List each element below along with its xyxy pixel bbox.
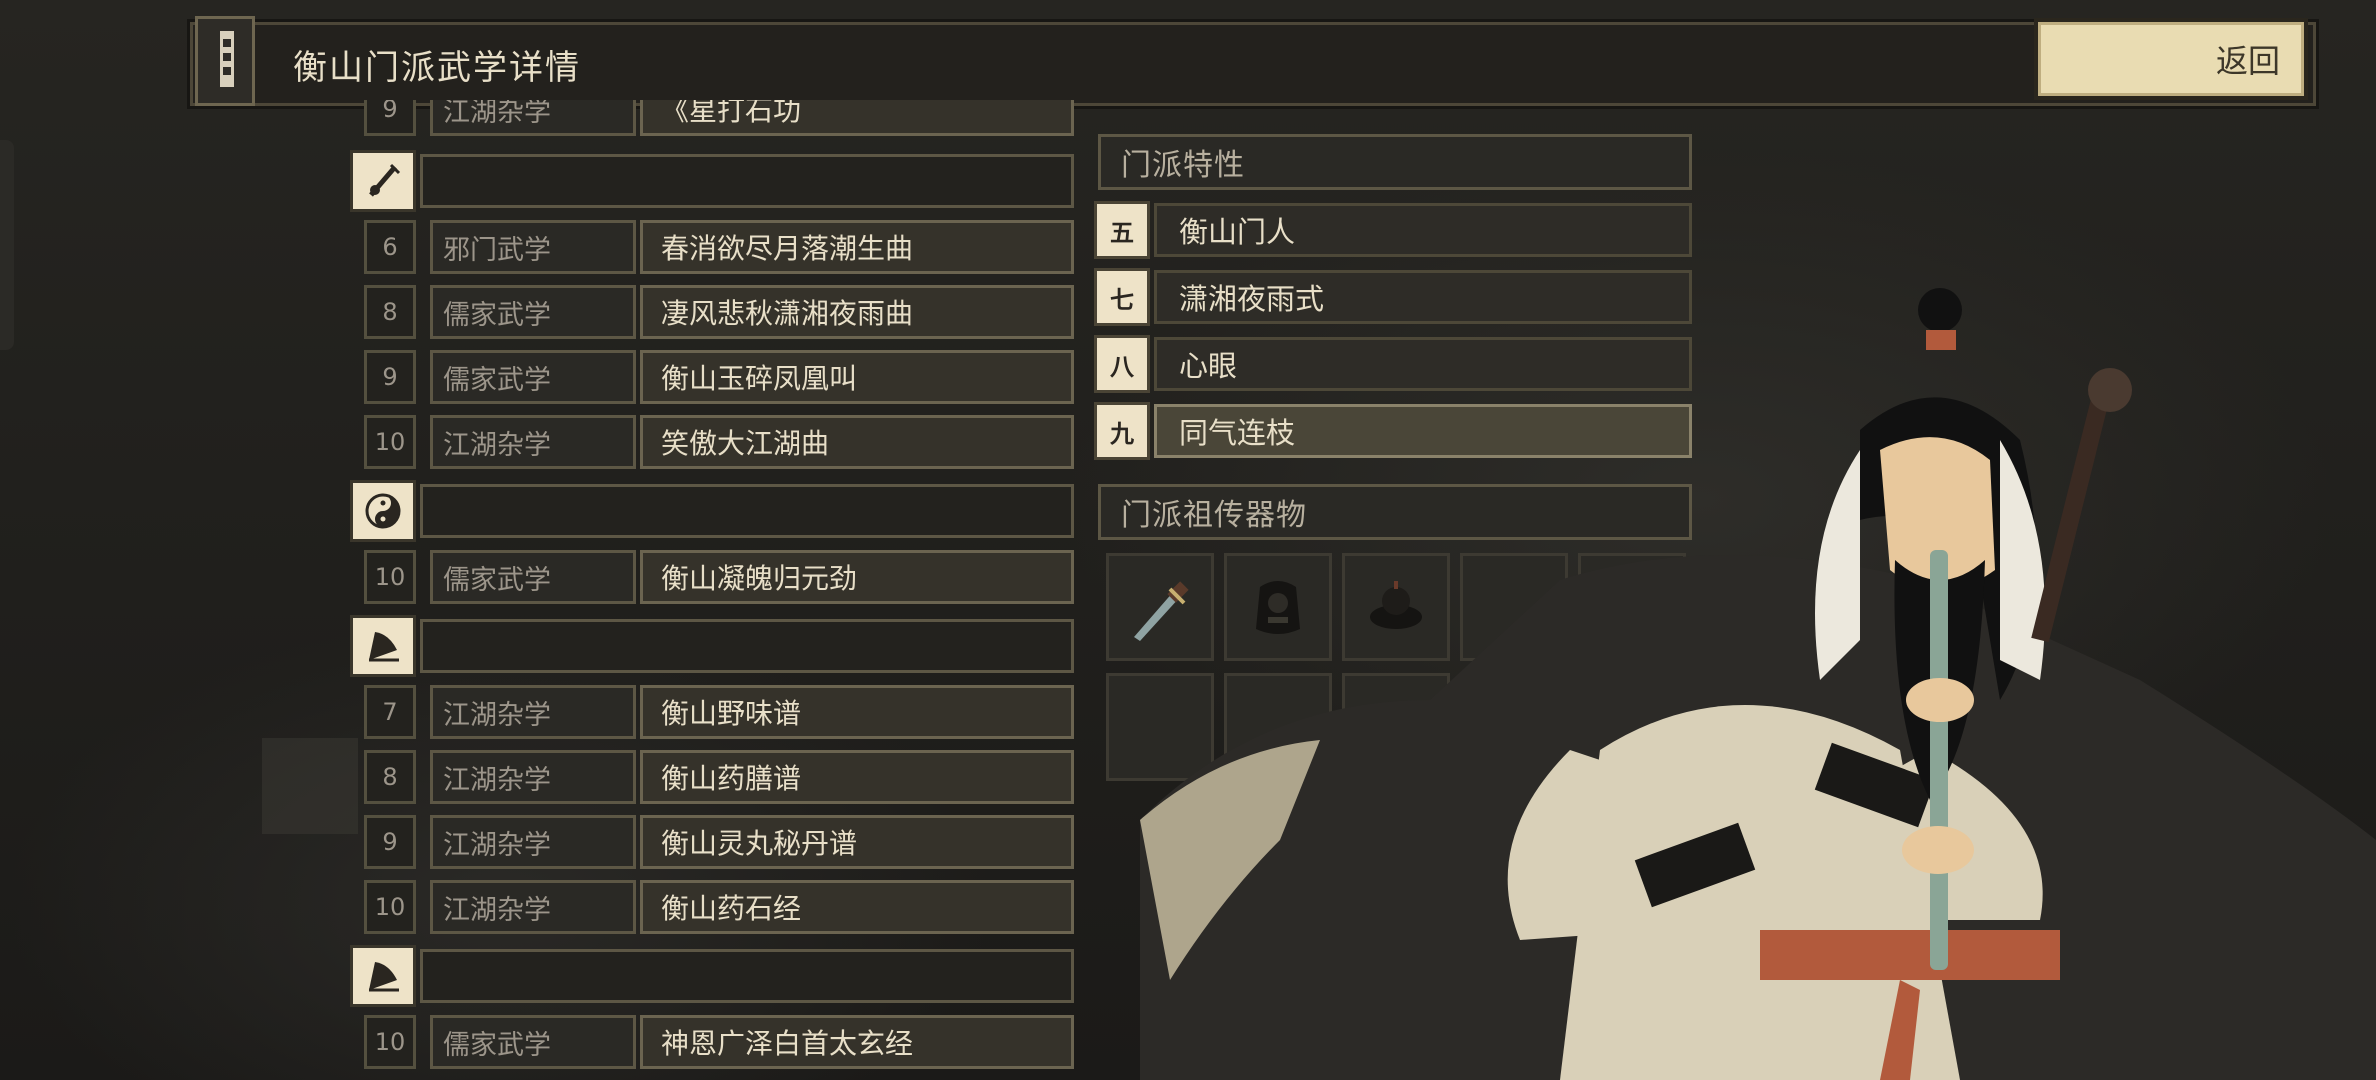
skill-level: 7 (364, 685, 416, 739)
list-item[interactable]: 9 儒家武学 衡山玉碎凤凰叫 (350, 348, 1074, 406)
list-item[interactable]: 8 儒家武学 凄风悲秋潇湘夜雨曲 (350, 283, 1074, 341)
group-bar (420, 484, 1074, 538)
skill-name: 衡山玉碎凤凰叫 (640, 350, 1074, 404)
skill-group-header (350, 945, 1074, 1007)
group-bar (420, 949, 1074, 1003)
skill-level: 10 (364, 415, 416, 469)
skill-category: 儒家武学 (430, 550, 636, 604)
group-bar (420, 619, 1074, 673)
skill-category: 儒家武学 (430, 285, 636, 339)
list-item[interactable]: 8 江湖杂学 衡山药膳谱 (350, 748, 1074, 806)
group-bar (420, 154, 1074, 208)
list-item[interactable]: 9 江湖杂学 《星打石功 (350, 100, 1074, 140)
traits-header: 门派特性 (1098, 134, 1692, 190)
skill-name: 衡山灵丸秘丹谱 (640, 815, 1074, 869)
skill-category: 江湖杂学 (430, 750, 636, 804)
skill-name: 《星打石功 (640, 100, 1074, 136)
skill-group-header (350, 615, 1074, 677)
skill-name: 笑傲大江湖曲 (640, 415, 1074, 469)
list-item[interactable]: 10 儒家武学 神恩广泽白首太玄经 (350, 1013, 1074, 1071)
skill-level: 10 (364, 880, 416, 934)
trait-item[interactable]: 五 衡山门人 (1094, 201, 1692, 259)
flute-icon (350, 150, 416, 212)
trait-name: 衡山门人 (1154, 203, 1692, 257)
skill-name: 衡山凝魄归元劲 (640, 550, 1074, 604)
skill-level: 8 (364, 285, 416, 339)
skill-category: 儒家武学 (430, 350, 636, 404)
skill-level: 10 (364, 1015, 416, 1069)
list-item[interactable]: 9 江湖杂学 衡山灵丸秘丹谱 (350, 813, 1074, 871)
skill-group-header (350, 480, 1074, 542)
scroll-left-arrow[interactable] (262, 738, 358, 834)
skill-name: 衡山野味谱 (640, 685, 1074, 739)
skill-category: 江湖杂学 (430, 100, 636, 136)
book-icon (195, 16, 255, 106)
skill-level: 6 (364, 220, 416, 274)
skill-category: 江湖杂学 (430, 685, 636, 739)
skill-level: 9 (364, 350, 416, 404)
fan-icon (350, 615, 416, 677)
yin-yang-icon (350, 480, 416, 542)
list-item[interactable]: 10 江湖杂学 衡山药石经 (350, 878, 1074, 936)
sect-master-portrait (1140, 288, 2376, 1080)
fan-icon (350, 945, 416, 1007)
list-item[interactable]: 10 江湖杂学 笑傲大江湖曲 (350, 413, 1074, 471)
skill-name: 衡山药石经 (640, 880, 1074, 934)
skill-level: 8 (364, 750, 416, 804)
list-item[interactable]: 6 邪门武学 春消欲尽月落潮生曲 (350, 218, 1074, 276)
skill-level: 10 (364, 550, 416, 604)
skill-level: 9 (364, 815, 416, 869)
skill-category: 邪门武学 (430, 220, 636, 274)
trait-rank: 五 (1094, 201, 1150, 259)
back-button[interactable]: 返回 (2034, 18, 2308, 100)
skill-name: 春消欲尽月落潮生曲 (640, 220, 1074, 274)
skill-name: 衡山药膳谱 (640, 750, 1074, 804)
list-item[interactable]: 7 江湖杂学 衡山野味谱 (350, 683, 1074, 741)
skill-category: 江湖杂学 (430, 880, 636, 934)
skill-category: 江湖杂学 (430, 415, 636, 469)
side-handle[interactable] (0, 140, 14, 350)
skill-level: 9 (364, 100, 416, 136)
skill-name: 神恩广泽白首太玄经 (640, 1015, 1074, 1069)
skill-category: 儒家武学 (430, 1015, 636, 1069)
skill-group-header (350, 150, 1074, 212)
skill-name: 凄风悲秋潇湘夜雨曲 (640, 285, 1074, 339)
page-title: 衡山门派武学详情 (293, 48, 581, 88)
skill-category: 江湖杂学 (430, 815, 636, 869)
list-item[interactable]: 10 儒家武学 衡山凝魄归元劲 (350, 548, 1074, 606)
